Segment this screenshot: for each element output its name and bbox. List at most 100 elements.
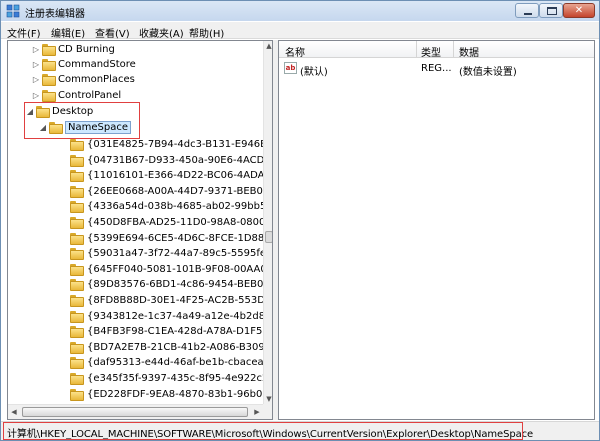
tree-item-label: CD Burning bbox=[58, 44, 115, 55]
folder-icon bbox=[69, 357, 85, 370]
column-header-data[interactable]: 数据 bbox=[459, 44, 479, 59]
tree-item-guid[interactable]: {daf95313-e44d-46af-be1b-cbacea2c3 bbox=[8, 356, 272, 371]
tree-item-label: {89D83576-6BD1-4c86-9454-BEB04E9 bbox=[87, 279, 273, 291]
tree-item-guid[interactable]: {031E4825-7B94-4dc3-B131-E946B44C bbox=[8, 138, 272, 153]
scroll-thumb[interactable] bbox=[22, 407, 248, 417]
tree-item-guid[interactable]: {26EE0668-A00A-44D7-9371-BEB064C bbox=[8, 185, 272, 200]
tree-horizontal-scrollbar[interactable]: ◀ ▶ bbox=[8, 404, 263, 419]
tree-vertical-scrollbar[interactable]: ▲ ▼ bbox=[263, 41, 272, 404]
tree-item-guid[interactable]: {4336a54d-038b-4685-ab02-99bb52d3 bbox=[8, 200, 272, 215]
folder-icon bbox=[69, 139, 85, 152]
minimize-button[interactable] bbox=[515, 3, 539, 18]
folder-icon bbox=[41, 59, 57, 72]
expand-arrow-icon[interactable]: ▷ bbox=[32, 61, 40, 69]
menu-file[interactable]: 文件(F) bbox=[7, 25, 41, 40]
close-button[interactable]: ✕ bbox=[563, 3, 595, 18]
tree-item-guid[interactable]: {8FD8B88D-30E1-4F25-AC2B-553D3D6 bbox=[8, 294, 272, 309]
window-title: 注册表编辑器 bbox=[25, 9, 85, 20]
tree-item-label: {B4FB3F98-C1EA-428d-A78A-D1F5659 bbox=[87, 326, 273, 338]
menu-help[interactable]: 帮助(H) bbox=[189, 25, 224, 40]
folder-icon bbox=[69, 295, 85, 308]
folder-icon bbox=[69, 279, 85, 292]
folder-icon bbox=[69, 170, 85, 183]
tree-item-label: {9343812e-1c37-4a49-a12e-4b2d810d bbox=[87, 310, 273, 322]
folder-icon bbox=[69, 263, 85, 277]
tree-item-guid[interactable]: {9343812e-1c37-4a49-a12e-4b2d810d bbox=[8, 310, 272, 325]
tree-item[interactable]: ▷ CommandStore bbox=[8, 58, 263, 73]
scroll-left-icon[interactable]: ◀ bbox=[8, 405, 20, 419]
tree-item-label: {11016101-E366-4D22-BC06-4ADA335 bbox=[87, 170, 273, 182]
value-name: (默认) bbox=[300, 67, 328, 78]
list-header: 名称 类型 数据 bbox=[279, 41, 594, 59]
scroll-right-icon[interactable]: ▶ bbox=[251, 405, 263, 419]
tree-item-guid[interactable]: {645FF040-5081-101B-9F08-00AA002F bbox=[8, 263, 272, 278]
collapse-arrow-icon[interactable]: ◢ bbox=[39, 124, 47, 132]
tree-item-label: {645FF040-5081-101B-9F08-00AA002F bbox=[87, 263, 273, 275]
expand-arrow-icon[interactable]: ▷ bbox=[32, 92, 40, 100]
tree-item-label: {ED228FDF-9EA8-4870-83b1-96b02CFE bbox=[87, 388, 273, 400]
folder-icon bbox=[69, 373, 85, 386]
status-bar: 计算机\HKEY_LOCAL_MACHINE\SOFTWARE\Microsof… bbox=[1, 421, 599, 440]
tree-item-guid[interactable]: {450D8FBA-AD25-11D0-98A8-0800361 bbox=[8, 216, 272, 231]
tree-item-guid[interactable]: {B4FB3F98-C1EA-428d-A78A-D1F5659 bbox=[8, 325, 272, 340]
folder-icon bbox=[69, 232, 85, 246]
string-value-icon: ab bbox=[284, 62, 297, 74]
folder-open-icon bbox=[48, 122, 64, 135]
tree-item-label: Desktop bbox=[52, 106, 94, 117]
tree-item-label: {450D8FBA-AD25-11D0-98A8-0800361 bbox=[87, 217, 273, 228]
tree-item-guid[interactable]: {04731B67-D933-450a-90E6-4ACD2E9 bbox=[8, 154, 272, 169]
tree-item-label: {daf95313-e44d-46af-be1b-cbacea2c3 bbox=[87, 357, 273, 369]
values-list[interactable]: 名称 类型 数据 ab (默认) REG... (数值未设置) bbox=[278, 40, 595, 420]
menu-view[interactable]: 查看(V) bbox=[95, 25, 130, 40]
title-bar[interactable]: 注册表编辑器 ✕ bbox=[1, 1, 599, 21]
maximize-button[interactable] bbox=[539, 3, 563, 18]
tree-item-guid[interactable]: {5399E694-6CE5-4D6C-8FCE-1D8870F bbox=[8, 232, 272, 247]
tree-item-label-selected: NameSpace bbox=[65, 121, 131, 134]
tree-item-label: {031E4825-7B94-4dc3-B131-E946B44C bbox=[87, 139, 273, 150]
tree-item-namespace[interactable]: ◢ NameSpace bbox=[8, 121, 263, 136]
scrollbar-corner bbox=[263, 404, 272, 419]
scroll-down-icon[interactable]: ▼ bbox=[264, 394, 272, 404]
value-data: (数值未设置) bbox=[459, 67, 517, 78]
regedit-app-icon bbox=[6, 4, 20, 18]
folder-icon bbox=[69, 341, 85, 355]
scroll-thumb[interactable] bbox=[265, 231, 272, 243]
close-icon: ✕ bbox=[574, 5, 584, 16]
menu-edit[interactable]: 编辑(E) bbox=[51, 25, 85, 40]
column-header-name[interactable]: 名称 bbox=[285, 44, 305, 59]
folder-icon bbox=[69, 248, 85, 261]
menu-bar: 文件(F) 编辑(E) 查看(V) 收藏夹(A) 帮助(H) bbox=[1, 22, 599, 40]
expand-arrow-icon[interactable]: ▷ bbox=[32, 76, 40, 84]
tree-item[interactable]: ▷ ControlPanel bbox=[8, 89, 263, 104]
tree-item-label: CommandStore bbox=[58, 59, 136, 70]
regedit-window: 注册表编辑器 ✕ 文件(F) 编辑(E) 查看(V) 收藏夹(A) 帮助(H) … bbox=[0, 0, 600, 441]
tree-item-label: CommonPlaces bbox=[58, 74, 135, 85]
tree-item-label: {8FD8B88D-30E1-4F25-AC2B-553D3D6 bbox=[87, 295, 273, 306]
folder-icon bbox=[69, 388, 85, 402]
tree-item-label: ControlPanel bbox=[58, 90, 122, 101]
tree-item-guid[interactable]: {BD7A2E7B-21CB-41b2-A086-B30968 bbox=[8, 341, 272, 356]
folder-icon bbox=[69, 201, 85, 214]
minimize-icon bbox=[524, 13, 532, 15]
tree-item-desktop[interactable]: ◢ Desktop bbox=[8, 105, 263, 120]
tree-item-guid[interactable]: {e345f35f-9397-435c-8f95-4e922c2625 bbox=[8, 372, 272, 387]
tree-item[interactable]: ▷ CD Burning bbox=[8, 43, 263, 58]
tree-item-guid[interactable]: {59031a47-3f72-44a7-89c5-5595fe6b3 bbox=[8, 247, 272, 262]
tree-item-label: {BD7A2E7B-21CB-41b2-A086-B30968 bbox=[87, 341, 273, 353]
expand-arrow-icon[interactable]: ▷ bbox=[32, 46, 40, 54]
collapse-arrow-icon[interactable]: ◢ bbox=[26, 108, 34, 116]
column-divider[interactable] bbox=[416, 41, 417, 58]
registry-tree[interactable]: ▷ CD Burning ▷ CommandStore ▷ CommonPlac… bbox=[7, 40, 273, 420]
tree-item-label: {04731B67-D933-450a-90E6-4ACD2E9 bbox=[87, 154, 273, 166]
column-header-type[interactable]: 类型 bbox=[421, 44, 441, 59]
tree-item-guid[interactable]: {89D83576-6BD1-4c86-9454-BEB04E9 bbox=[8, 278, 272, 293]
tree-item[interactable]: ▷ CommonPlaces bbox=[8, 73, 263, 88]
folder-icon bbox=[41, 44, 57, 57]
tree-item-guid[interactable]: {ED228FDF-9EA8-4870-83b1-96b02CFE bbox=[8, 388, 272, 403]
menu-favorites[interactable]: 收藏夹(A) bbox=[139, 25, 184, 40]
list-item[interactable]: ab (默认) REG... (数值未设置) bbox=[279, 61, 594, 78]
folder-icon bbox=[69, 185, 85, 199]
column-divider[interactable] bbox=[453, 41, 454, 58]
tree-item-guid[interactable]: {11016101-E366-4D22-BC06-4ADA335 bbox=[8, 169, 272, 184]
scroll-up-icon[interactable]: ▲ bbox=[264, 41, 272, 51]
